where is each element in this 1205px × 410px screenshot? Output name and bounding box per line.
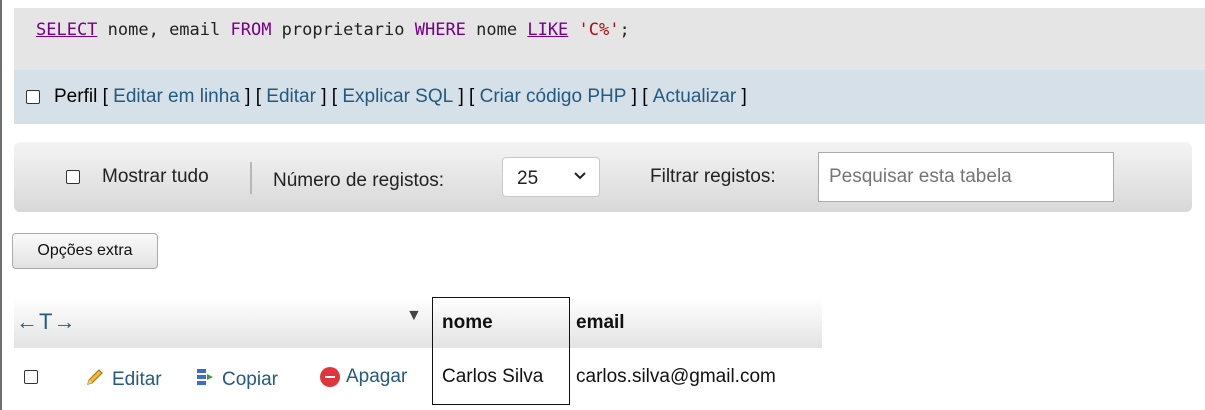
extra-options-button[interactable]: Opções extra — [12, 233, 158, 269]
bracket-close: ] — [741, 86, 747, 107]
bracket-close: ] — [321, 86, 327, 107]
sql-pattern: 'C%' — [578, 20, 620, 40]
separator — [250, 162, 252, 194]
delete-icon — [320, 367, 340, 387]
num-rows-value: 25 — [517, 168, 539, 189]
sql-keyword-where: WHERE — [414, 20, 466, 40]
table-row: Editar Copiar Apagar Carlos Silva carlos… — [14, 348, 822, 404]
sql-keyword-like[interactable]: LIKE — [527, 20, 568, 40]
bracket-close: ] — [631, 86, 637, 107]
bracket-close: ] — [245, 86, 251, 107]
edit-link[interactable]: Editar — [266, 86, 316, 108]
left-border — [0, 0, 2, 410]
refresh-link[interactable]: Actualizar — [653, 86, 736, 108]
copy-label: Copiar — [222, 369, 278, 390]
sql-keyword-select[interactable]: SELECT — [36, 20, 97, 40]
selected-column-outline — [432, 297, 570, 405]
cell-email[interactable]: carlos.silva@gmail.com — [576, 366, 776, 388]
delete-row-button[interactable]: Apagar — [320, 366, 407, 388]
num-rows-select[interactable]: 25 — [502, 157, 600, 197]
show-all-label[interactable]: Mostrar tudo — [102, 166, 209, 188]
sql-keyword-from: FROM — [230, 20, 272, 40]
navigation-bar: Mostrar tudo Número de registos: 25 Filt… — [14, 142, 1192, 212]
copy-icon — [194, 366, 216, 394]
profile-label: Perfil — [54, 86, 98, 107]
show-all-checkbox[interactable] — [66, 170, 80, 184]
profile-checkbox[interactable] — [26, 90, 40, 104]
profile-bar: Perfil [ Editar em linha ] [ Editar ] [ … — [14, 70, 1205, 124]
chevron-down-icon — [573, 168, 587, 185]
sql-space — [568, 20, 578, 40]
num-rows-label: Número de registos: — [273, 170, 445, 191]
bracket-open: [ — [255, 86, 261, 107]
edit-label: Editar — [112, 369, 162, 390]
bracket-open: [ — [102, 86, 108, 107]
sql-query-box: SELECT nome, email FROM proprietario WHE… — [14, 8, 1205, 70]
edit-row-button[interactable]: Editar — [84, 366, 162, 394]
bracket-open: [ — [331, 86, 338, 107]
table-header: ←T→ ▼ nome email — [14, 298, 822, 348]
bracket-open: [ — [469, 86, 475, 107]
create-php-code-link[interactable]: Criar código PHP — [480, 86, 627, 108]
column-header-email[interactable]: email — [576, 312, 625, 334]
explain-sql-link[interactable]: Explicar SQL — [342, 86, 453, 108]
sql-columns: nome, email — [97, 20, 231, 40]
pencil-icon — [84, 366, 106, 394]
column-resize-arrows-icon[interactable]: ←T→ — [16, 309, 76, 335]
sql-query: SELECT nome, email FROM proprietario WHE… — [36, 20, 630, 40]
sql-end: ; — [619, 20, 630, 40]
sort-dropdown-icon[interactable]: ▼ — [406, 307, 422, 325]
bracket-open: [ — [642, 86, 648, 107]
filter-rows-input[interactable] — [818, 152, 1114, 202]
copy-row-button[interactable]: Copiar — [194, 366, 278, 394]
filter-label: Filtrar registos: — [650, 166, 776, 187]
row-checkbox[interactable] — [24, 370, 38, 384]
sql-field: nome — [465, 20, 528, 40]
bracket-close: ] — [458, 86, 464, 107]
sql-table: proprietario — [271, 20, 415, 40]
delete-label: Apagar — [346, 366, 408, 387]
edit-inline-link[interactable]: Editar em linha — [113, 86, 240, 108]
